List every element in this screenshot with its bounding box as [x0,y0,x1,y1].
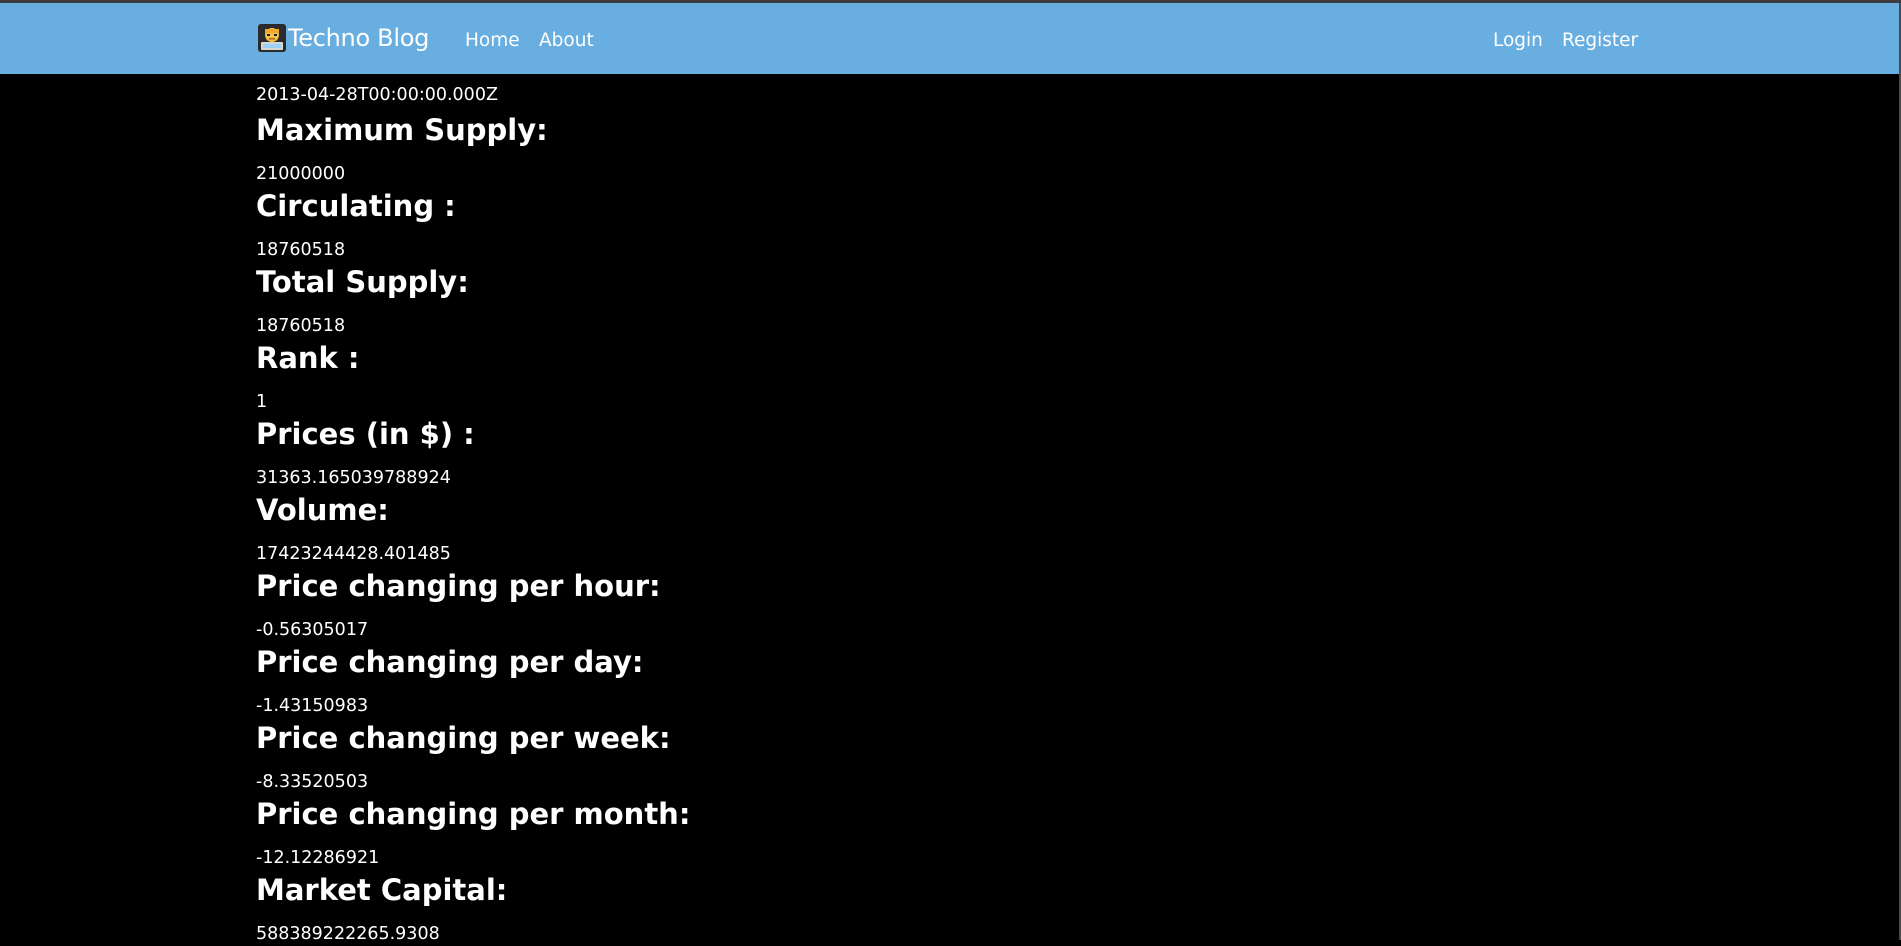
field-value: 31363.165039788924 [256,468,451,488]
field-label: Maximum Supply: [256,113,548,147]
field-label: Rank : [256,341,360,375]
field-label: Price changing per week: [256,721,671,755]
field-label: Total Supply: [256,265,469,299]
field-prices: Prices (in $) : 31363.165039788924 [256,414,1656,490]
field-value: 18760518 [256,240,346,260]
brand-link[interactable]: Techno Blog [258,24,429,52]
blogger-avatar-icon [258,24,286,52]
field-label: Price changing per day: [256,645,644,679]
field-maximum-supply: Maximum Supply: 21000000 [256,110,1656,186]
field-price-change-month: Price changing per month: -12.12286921 [256,794,1656,870]
field-value: -1.43150983 [256,696,369,716]
field-value: -0.56305017 [256,620,369,640]
crypto-details: 2013-04-28T00:00:00.000Z Maximum Supply:… [256,74,1656,946]
field-total-supply: Total Supply: 18760518 [256,262,1656,338]
field-rank: Rank : 1 [256,338,1656,414]
field-value: -8.33520503 [256,772,369,792]
date-added-value: 2013-04-28T00:00:00.000Z [256,85,498,105]
field-price-change-week: Price changing per week: -8.33520503 [256,718,1656,794]
field-price-change-day: Price changing per day: -1.43150983 [256,642,1656,718]
field-label: Prices (in $) : [256,417,475,451]
field-label: Price changing per hour: [256,569,661,603]
field-value: -12.12286921 [256,848,380,868]
field-label: Volume: [256,493,389,527]
nav-link-about[interactable]: About [539,30,594,52]
nav-link-home[interactable]: Home [465,30,520,52]
field-value: 18760518 [256,316,346,336]
field-label: Price changing per month: [256,797,691,831]
field-value: 588389222265.9308 [256,924,440,944]
field-value: 21000000 [256,164,346,184]
field-label: Market Capital: [256,873,508,907]
top-navbar: Techno Blog Home About Login Register [0,3,1899,74]
nav-link-login[interactable]: Login [1493,30,1543,52]
field-circulating: Circulating : 18760518 [256,186,1656,262]
brand-name: Techno Blog [288,24,430,52]
field-value: 1 [256,392,268,412]
field-market-capital: Market Capital: 588389222265.9308 [256,870,1656,946]
field-label: Circulating : [256,189,456,223]
field-value: 17423244428.401485 [256,544,451,564]
field-volume: Volume: 17423244428.401485 [256,490,1656,566]
nav-link-register[interactable]: Register [1562,30,1638,52]
field-price-change-hour: Price changing per hour: -0.56305017 [256,566,1656,642]
